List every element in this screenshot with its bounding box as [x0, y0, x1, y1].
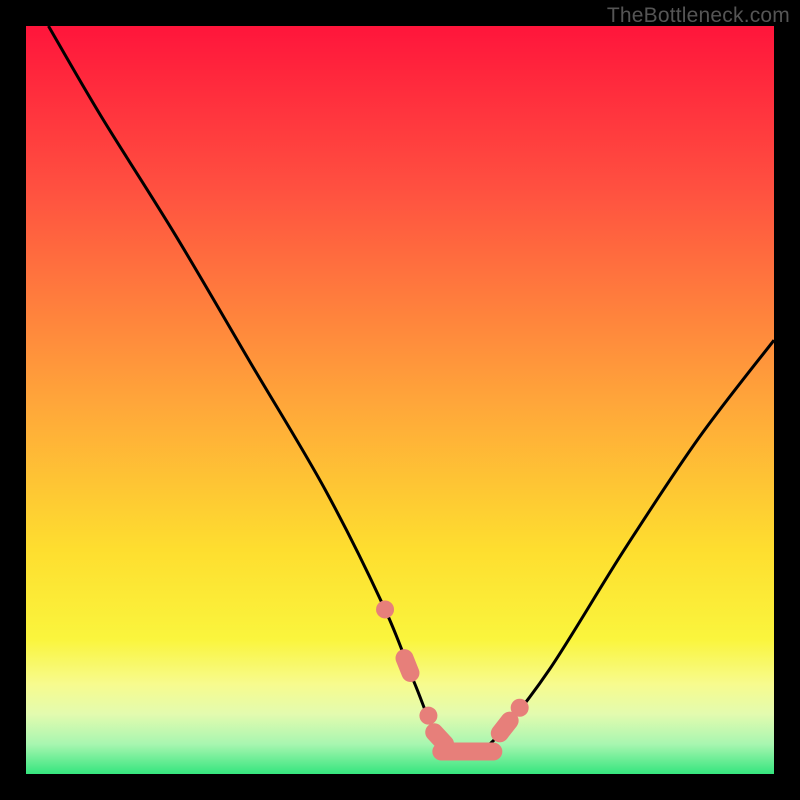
bottleneck-chart [0, 0, 800, 800]
left-dot [376, 600, 394, 618]
bottom-capsule [432, 743, 502, 761]
watermark-text: TheBottleneck.com [607, 4, 790, 28]
left-mid-dot [419, 707, 437, 725]
chart-container: TheBottleneck.com [0, 0, 800, 800]
right-dot [511, 699, 529, 717]
